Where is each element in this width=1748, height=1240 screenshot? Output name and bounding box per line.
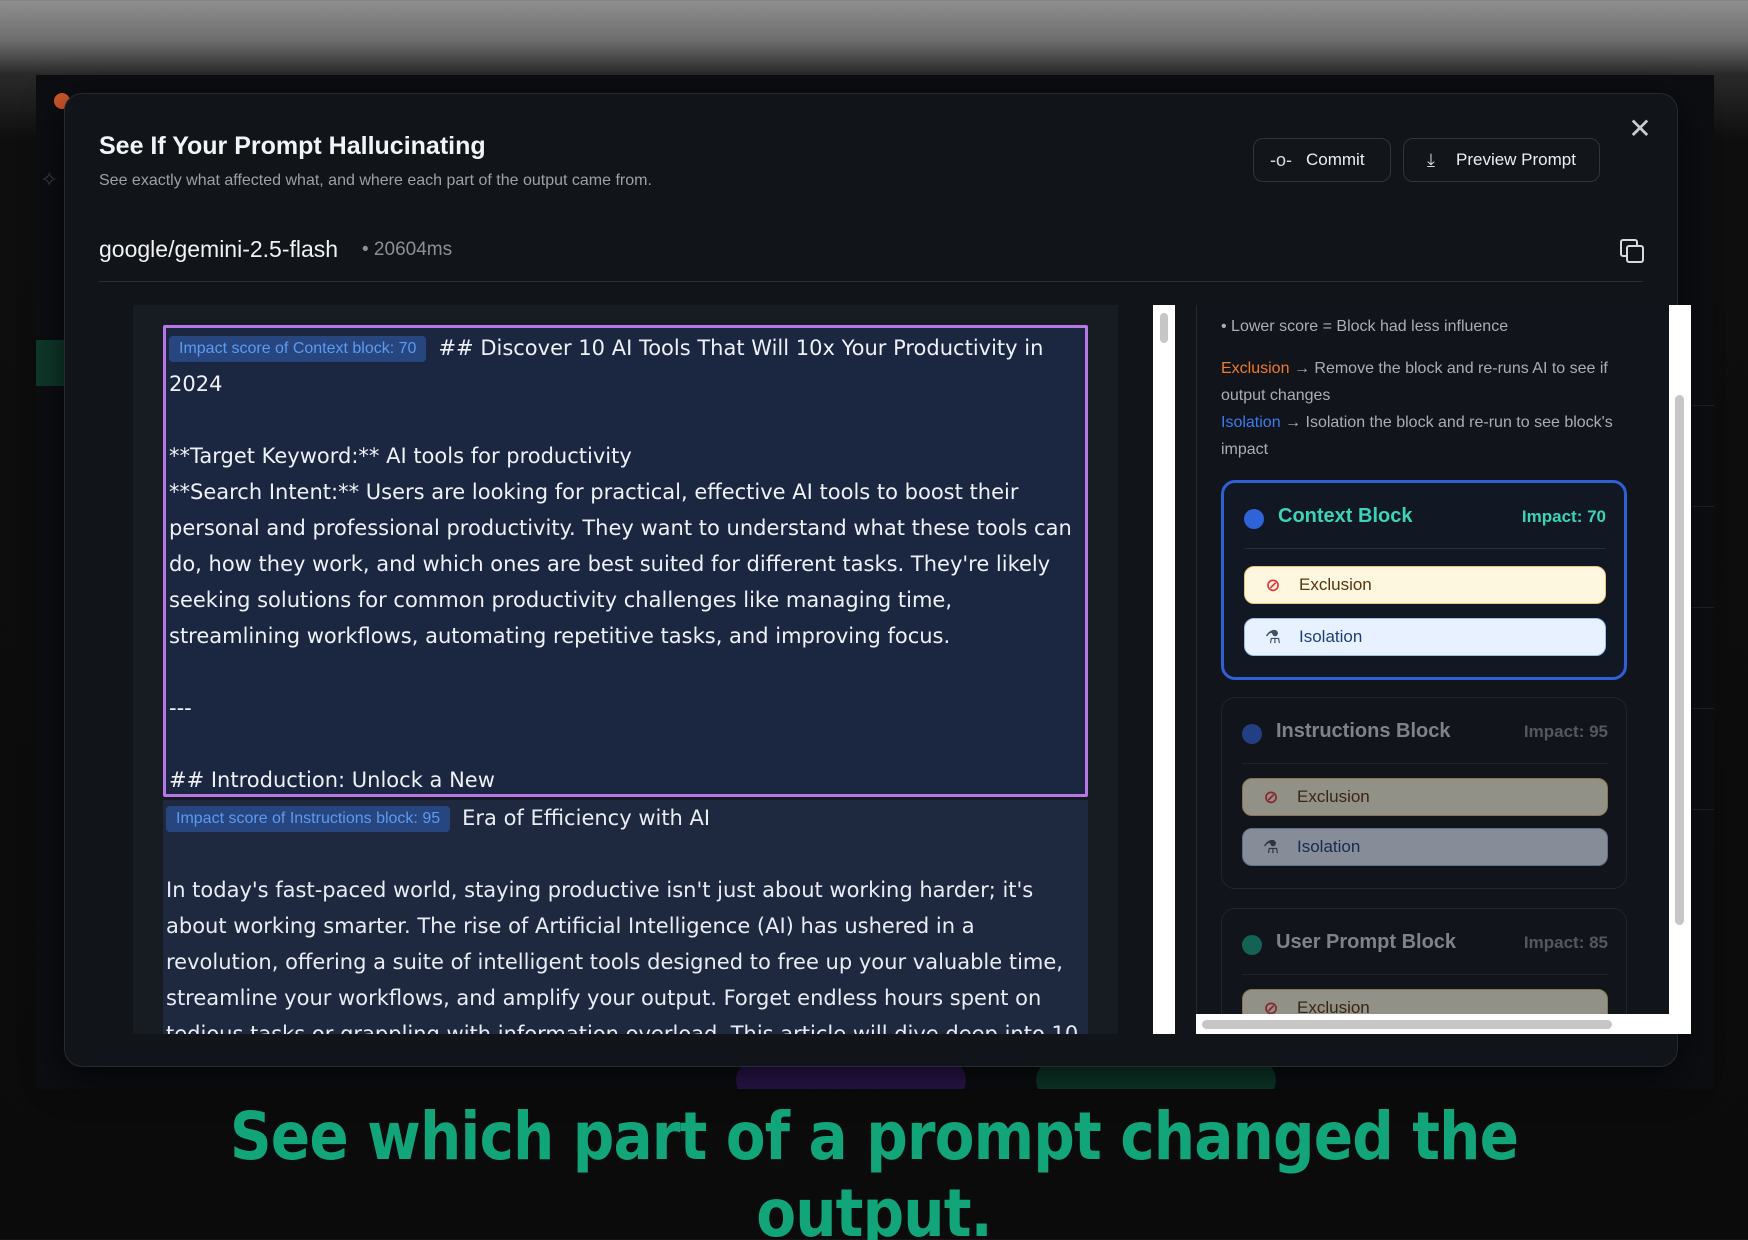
isolation-button[interactable]: ⚗ Isolation <box>1244 618 1606 656</box>
block-dot <box>1242 935 1262 955</box>
ban-icon: ⊘ <box>1263 786 1279 807</box>
output-scrollbar[interactable] <box>1153 305 1175 1034</box>
blocks-panel[interactable]: • Lower score = Block had less influence… <box>1196 305 1669 1014</box>
commit-icon: -o- <box>1270 149 1292 170</box>
legend-isolation: Isolation → Isolation the block and re-r… <box>1221 409 1631 463</box>
block-dot <box>1242 724 1262 744</box>
latency: • 20604ms <box>362 239 453 260</box>
impact-badge-instructions: Impact score of Instructions block: 95 <box>166 806 451 832</box>
commit-button[interactable]: -o- Commit <box>1253 138 1391 182</box>
caption: See which part of a prompt changed the o… <box>229 1098 1519 1240</box>
text-line: **Target Keyword:** AI tools for product… <box>169 444 632 468</box>
exclusion-button[interactable]: ⊘ Exclusion <box>1242 778 1608 816</box>
exclusion-button[interactable]: ⊘ Exclusion <box>1244 566 1606 604</box>
block-card-instructions[interactable]: Instructions Block Impact: 95 ⊘ Exclusio… <box>1221 697 1627 889</box>
sparkle-icon: ✧ <box>40 167 59 192</box>
hallucination-modal: ✕ See If Your Prompt Hallucinating See e… <box>64 93 1691 1067</box>
legend-lower-score: • Lower score = Block had less influence <box>1221 318 1509 335</box>
isolation-key: Isolation <box>1221 414 1281 431</box>
block-impact: Impact: 95 <box>1523 722 1608 741</box>
block-name: Instructions Block <box>1276 720 1451 742</box>
block-impact: Impact: 85 <box>1523 933 1608 952</box>
scroll-thumb[interactable] <box>1202 1020 1612 1029</box>
block-header: User Prompt Block Impact: 85 <box>1242 931 1608 959</box>
exclusion-button[interactable]: ⊘ Exclusion <box>1242 989 1608 1014</box>
text-line: Era of Efficiency with AI <box>462 806 711 830</box>
text-line: --- <box>169 696 192 720</box>
segment-text: Impact score of Instructions block: 95 Er… <box>166 800 1082 836</box>
output-segment-instructions[interactable]: Impact score of Instructions block: 95 Er… <box>163 800 1088 1034</box>
modal-subtitle: See exactly what affected what, and wher… <box>99 172 652 189</box>
legend-exclusion: Exclusion → Remove the block and re-runs… <box>1221 355 1631 409</box>
segment-text: Impact score of Context block: 70 ## Disc… <box>169 330 1079 402</box>
microscope-icon: ⚗ <box>1262 836 1280 857</box>
text-line: In today's fast-paced world, staying pro… <box>166 878 1079 1034</box>
microscope-icon: ⚗ <box>1264 626 1282 647</box>
modal-title: See If Your Prompt Hallucinating <box>99 132 486 160</box>
block-name: User Prompt Block <box>1276 931 1457 953</box>
exclusion-key: Exclusion <box>1221 360 1290 377</box>
output-panel[interactable]: Impact score of Context block: 70 ## Disc… <box>133 305 1118 1034</box>
ban-icon: ⊘ <box>1265 574 1281 595</box>
exclusion-label: Exclusion <box>1297 787 1370 806</box>
block-divider <box>1242 763 1608 764</box>
text-line: **Search Intent:** Users are looking for… <box>169 480 1072 648</box>
isolation-label: Isolation <box>1299 627 1363 646</box>
impact-badge-context: Impact score of Context block: 70 <box>169 336 427 362</box>
preview-label: Preview Prompt <box>1456 150 1576 169</box>
preview-prompt-button[interactable]: ⤓ Preview Prompt <box>1403 138 1600 182</box>
block-name: Context Block <box>1278 505 1413 527</box>
isolation-label: Isolation <box>1297 837 1361 856</box>
header-divider <box>99 281 1643 282</box>
download-icon: ⤓ <box>1427 149 1435 170</box>
exclusion-label: Exclusion <box>1297 998 1370 1014</box>
block-divider <box>1244 548 1606 549</box>
block-divider <box>1242 974 1608 975</box>
blocks-horizontal-scrollbar[interactable] <box>1196 1014 1669 1034</box>
block-card-context[interactable]: Context Block Impact: 70 ⊘ Exclusion ⚗ I… <box>1221 480 1627 680</box>
scroll-thumb[interactable] <box>1675 395 1684 925</box>
blocks-scrollbar[interactable] <box>1669 305 1691 1034</box>
block-dot <box>1244 509 1264 529</box>
block-header: Context Block Impact: 70 <box>1244 505 1606 533</box>
text-line: ## Introduction: Unlock a New <box>169 768 495 792</box>
ban-icon: ⊘ <box>1263 997 1279 1015</box>
output-segment-context[interactable]: Impact score of Context block: 70 ## Disc… <box>163 325 1088 797</box>
block-impact: Impact: 70 <box>1521 507 1606 526</box>
scroll-thumb[interactable] <box>1160 313 1168 343</box>
isolation-button[interactable]: ⚗ Isolation <box>1242 828 1608 866</box>
exclusion-label: Exclusion <box>1299 575 1372 594</box>
model-name: google/gemini-2.5-flash <box>99 236 339 262</box>
copy-icon[interactable] <box>1617 236 1644 263</box>
close-icon[interactable]: ✕ <box>1625 114 1655 144</box>
block-header: Instructions Block Impact: 95 <box>1242 720 1608 748</box>
commit-label: Commit <box>1306 150 1365 169</box>
block-card-user-prompt[interactable]: User Prompt Block Impact: 85 ⊘ Exclusion <box>1221 908 1627 1014</box>
